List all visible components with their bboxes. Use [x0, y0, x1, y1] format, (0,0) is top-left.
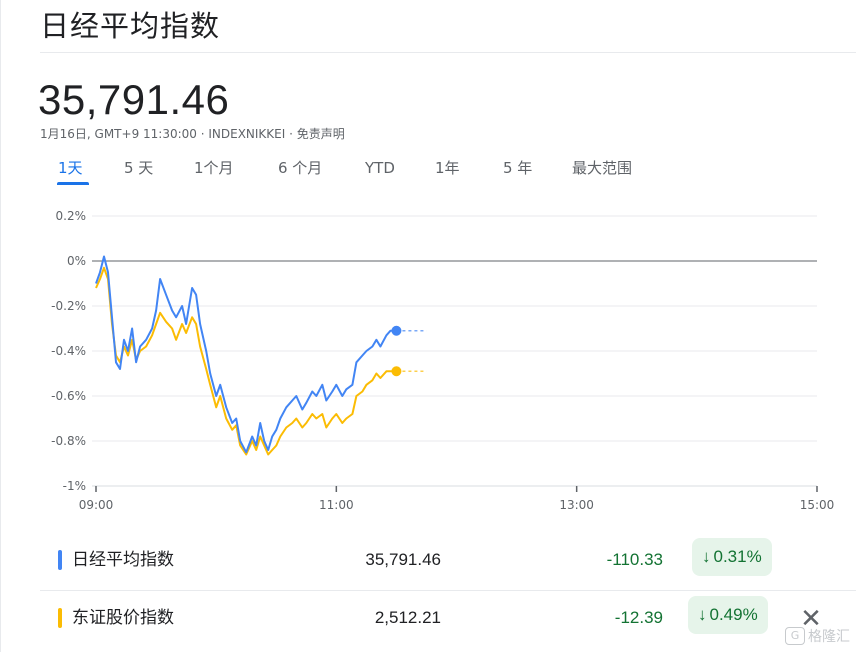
percent-change-value: 0.49% [709, 605, 758, 624]
watermark-logo-icon: G [785, 627, 805, 645]
page-title: 日经平均指数 [40, 9, 221, 43]
tab-1y[interactable]: 1年 [435, 158, 460, 178]
percent-change-value: 0.31% [713, 547, 762, 566]
x-tick-label: 13:00 [559, 498, 594, 512]
row-divider [40, 590, 856, 591]
series-line-nikkei [95, 255, 397, 454]
tab-1m[interactable]: 1个月 [194, 158, 234, 178]
y-tick-label: 0.2% [56, 209, 87, 223]
active-tab-indicator [57, 182, 89, 185]
x-tick-label: 15:00 [800, 498, 835, 512]
index-change: -110.33 [606, 550, 663, 569]
index-price: 35,791.46 [38, 76, 230, 123]
tab-1d[interactable]: 1天 [58, 158, 83, 178]
series-color-swatch [58, 550, 62, 570]
price-subline: 1月16日, GMT+9 11:30:00 · INDEXNIKKEI · 免责… [40, 127, 345, 141]
y-tick-label: -0.6% [51, 389, 86, 403]
current-value-dot [391, 325, 402, 336]
tab-5y[interactable]: 5 年 [503, 158, 532, 178]
y-tick-label: -0.8% [51, 434, 86, 448]
index-name: 日经平均指数 [72, 550, 174, 570]
x-tick-label: 11:00 [319, 498, 354, 512]
tab-6m[interactable]: 6 个月 [278, 158, 322, 178]
y-tick-label: 0% [67, 254, 86, 268]
y-tick-label: -0.4% [51, 344, 86, 358]
watermark-text: 格隆汇 [808, 629, 850, 645]
y-tick-label: -0.2% [51, 299, 86, 313]
arrow-down-icon: ↓ [698, 605, 707, 624]
y-tick-label: -1% [63, 479, 86, 493]
current-value-dot [391, 366, 402, 377]
percent-change-chip: ↓ 0.49% [688, 596, 768, 634]
index-change: -12.39 [614, 608, 663, 627]
series-color-swatch [58, 608, 62, 628]
series-line-topix [95, 266, 397, 456]
tab-max[interactable]: 最大范围 [572, 158, 632, 178]
intraday-chart[interactable]: 0.2% 0% -0.2% -0.4% -0.6% -0.8% -1% 09:00 11:00 1… [0, 195, 856, 525]
index-row-nikkei[interactable]: 日经平均指数 35,791.46 -110.33 ↓ 0.31% [0, 535, 856, 585]
arrow-down-icon: ↓ [702, 547, 711, 566]
index-value: 2,512.21 [374, 608, 441, 627]
watermark: G 格隆汇 [785, 626, 850, 646]
header-divider [40, 52, 856, 53]
time-range-tabs: 1天 5 天 1个月 6 个月 YTD 1年 5 年 最大范围 [0, 152, 856, 186]
index-row-topix[interactable]: 东证股价指数 2,512.21 -12.39 ↓ 0.49% ✕ [0, 593, 856, 643]
tab-ytd[interactable]: YTD [365, 158, 395, 178]
index-name: 东证股价指数 [72, 608, 174, 628]
index-value: 35,791.46 [365, 550, 441, 569]
percent-change-chip: ↓ 0.31% [692, 538, 772, 576]
tab-5d[interactable]: 5 天 [124, 158, 153, 178]
x-tick-label: 09:00 [79, 498, 114, 512]
